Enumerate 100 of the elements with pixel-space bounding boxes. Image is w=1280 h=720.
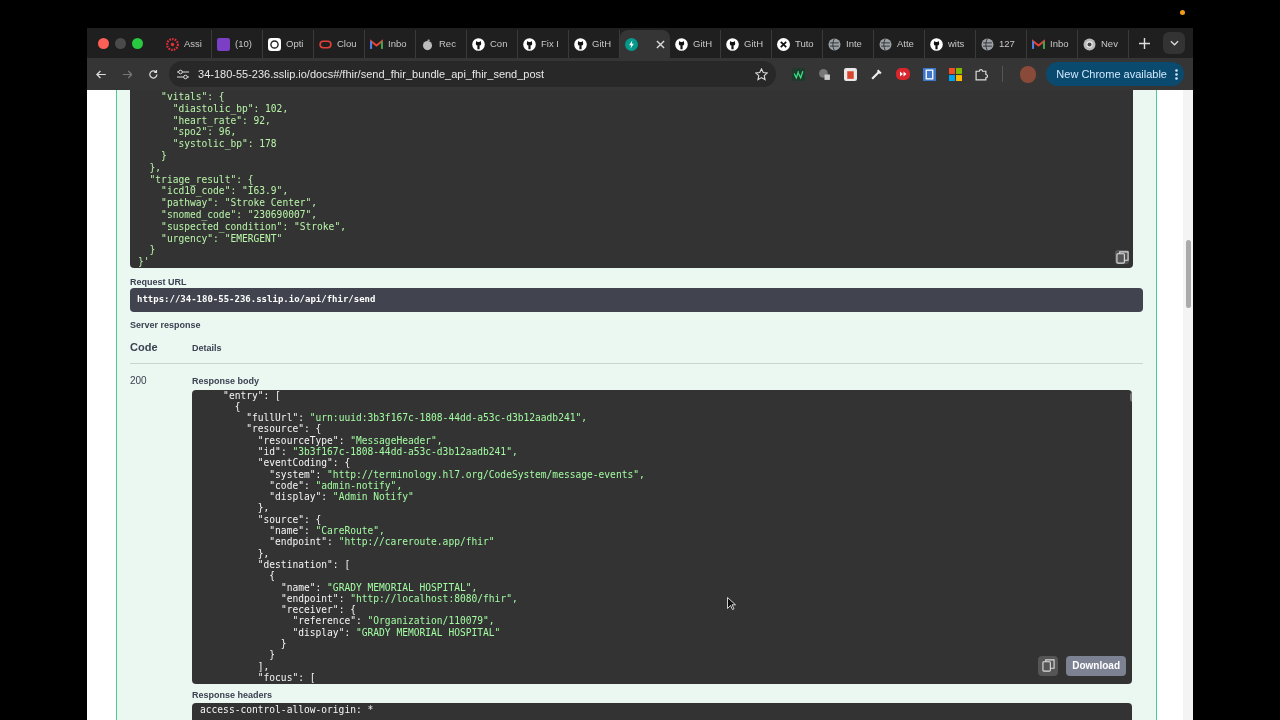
code-line: "receiver": { bbox=[279, 604, 356, 616]
tab-title: Tuto bbox=[795, 36, 814, 51]
code-line: "fullUrl": "urn:uuid:3b3f167c-1808-44dd-a53c-d3b12aadb241", bbox=[245, 412, 587, 424]
section-label: Request URL bbox=[130, 276, 187, 288]
code-line: } bbox=[279, 638, 287, 650]
tab-search-button[interactable] bbox=[1163, 32, 1185, 54]
code-line: "endpoint": "http://localhost:8080/fhir", bbox=[279, 592, 518, 605]
windows-logo-icon[interactable] bbox=[948, 67, 962, 81]
tab-title: (10) bbox=[235, 36, 252, 51]
code-line: "spo2": 96, bbox=[171, 126, 237, 139]
section-label: Response body bbox=[192, 374, 259, 387]
column-header: Details bbox=[192, 342, 222, 355]
maximize-window-button[interactable] bbox=[132, 37, 143, 49]
github-icon bbox=[675, 37, 688, 51]
code-line: "id": "3b3f167c-1808-44dd-a53c-d3b12aadb241", bbox=[256, 446, 518, 458]
scrollbar[interactable] bbox=[1183, 90, 1193, 720]
code-line: { bbox=[268, 570, 276, 582]
mail-icon bbox=[370, 37, 383, 51]
square-icon bbox=[217, 37, 230, 51]
wheel-icon bbox=[1083, 37, 1096, 51]
extension-icon[interactable] bbox=[843, 67, 857, 81]
tab-title: Clou bbox=[337, 36, 357, 51]
tab-title: Opti bbox=[286, 36, 304, 51]
mouse-cursor-icon bbox=[727, 597, 736, 610]
tab-title: GitH bbox=[693, 36, 712, 51]
eyedropper-icon[interactable] bbox=[869, 67, 883, 81]
code-line: "display": "GRADY MEMORIAL HOSPITAL" bbox=[291, 626, 501, 639]
knot-icon bbox=[268, 37, 281, 51]
address-bar[interactable]: 34-180-55-236.sslip.io/docs#/fhir/send_fhir_bundle_api_fhir_send_post bbox=[169, 61, 776, 87]
tab-title: Con bbox=[490, 36, 508, 51]
mail-icon bbox=[1032, 37, 1045, 51]
copy-icon[interactable] bbox=[1041, 659, 1055, 672]
reload-icon[interactable] bbox=[148, 68, 159, 80]
code-line: "diastolic_bp": 102, bbox=[171, 102, 289, 115]
code-line: "snomed_code": "230690007", bbox=[160, 208, 318, 221]
url-text: 34-180-55-236.sslip.io/docs#/fhir/send_fhir_bundle_api_fhir_send_post bbox=[198, 66, 545, 82]
tab-title: Rec bbox=[439, 36, 456, 51]
code-line: "name": "CareRoute", bbox=[268, 525, 385, 537]
code-line: }, bbox=[148, 161, 162, 174]
extension-icon[interactable] bbox=[817, 67, 831, 81]
code-line: "display": "Admin Notify" bbox=[268, 491, 414, 503]
close-window-button[interactable] bbox=[98, 37, 109, 49]
code-line: }' bbox=[138, 256, 150, 268]
chevron-down-icon bbox=[1169, 40, 1179, 46]
extension-icon[interactable] bbox=[922, 67, 936, 81]
ring-icon bbox=[319, 37, 332, 51]
forward-icon[interactable] bbox=[121, 68, 133, 80]
code-line: ], bbox=[256, 660, 270, 672]
code-line: } bbox=[268, 649, 276, 661]
download-button[interactable]: Download bbox=[1066, 655, 1126, 676]
code-line: }, bbox=[256, 547, 270, 559]
code-line: "eventCoding": { bbox=[256, 457, 351, 469]
column-header: Code bbox=[130, 340, 159, 355]
extension-icon[interactable] bbox=[895, 68, 910, 80]
star-icon[interactable] bbox=[754, 67, 768, 81]
code-line: "icd10_code": "I63.9", bbox=[161, 185, 289, 198]
update-button[interactable]: New Chrome available bbox=[1046, 62, 1184, 86]
tab-title: Atte bbox=[897, 36, 914, 51]
code-line: "reference": "Organization/110079", bbox=[291, 615, 495, 627]
code-line: "vitals": { bbox=[160, 91, 225, 103]
puzzle-icon[interactable] bbox=[974, 67, 988, 81]
code-line: } bbox=[160, 150, 167, 162]
code-line: "source": { bbox=[256, 513, 322, 526]
section-label: Response headers bbox=[192, 688, 273, 701]
copy-icon[interactable] bbox=[1115, 250, 1129, 264]
tab-title: Assi bbox=[184, 36, 202, 51]
tab-title: Inbo bbox=[1050, 36, 1069, 51]
github-icon bbox=[930, 37, 943, 51]
tab-title: Nev bbox=[1101, 36, 1118, 51]
browser-tab[interactable] bbox=[620, 30, 670, 58]
tab-title: GitH bbox=[592, 36, 611, 51]
code-line: access-control-allow-origin: * bbox=[200, 703, 374, 715]
code-line: "heart_rate": 92, bbox=[171, 114, 271, 127]
tab-title: GitH bbox=[744, 36, 763, 51]
github-icon bbox=[523, 37, 536, 51]
globe-icon bbox=[879, 37, 892, 51]
close-tab-icon[interactable] bbox=[656, 39, 665, 49]
tab-title: Fix I bbox=[541, 36, 559, 51]
globe-icon bbox=[981, 37, 994, 51]
code-line: "urgency": "EMERGENT" bbox=[160, 232, 283, 245]
code-line: }, bbox=[256, 502, 270, 514]
github-icon bbox=[472, 37, 485, 51]
status-code: 200 bbox=[130, 373, 148, 388]
tab-title: wits bbox=[948, 36, 965, 51]
new-tab-icon[interactable] bbox=[1139, 37, 1150, 49]
code-line: { bbox=[234, 400, 241, 413]
code-line: "code": "admin-notify", bbox=[268, 479, 403, 492]
request-url: https://34-180-55-236.sslip.io/api/fhir/send bbox=[130, 288, 1143, 312]
tab-title: Inbo bbox=[388, 36, 407, 51]
apple-icon bbox=[421, 37, 434, 51]
globe-icon bbox=[828, 37, 841, 51]
section-label: Server response bbox=[130, 319, 201, 331]
code-line: "resourceType": "MessageHeader", bbox=[256, 434, 443, 446]
code-line: "entry": [ bbox=[222, 389, 281, 401]
tune-icon[interactable] bbox=[177, 68, 189, 80]
extension-icon[interactable] bbox=[791, 67, 805, 81]
code-line: } bbox=[148, 244, 156, 257]
cross-icon bbox=[777, 37, 790, 51]
back-icon[interactable] bbox=[96, 68, 107, 80]
code-line: "resource": { bbox=[245, 423, 322, 435]
